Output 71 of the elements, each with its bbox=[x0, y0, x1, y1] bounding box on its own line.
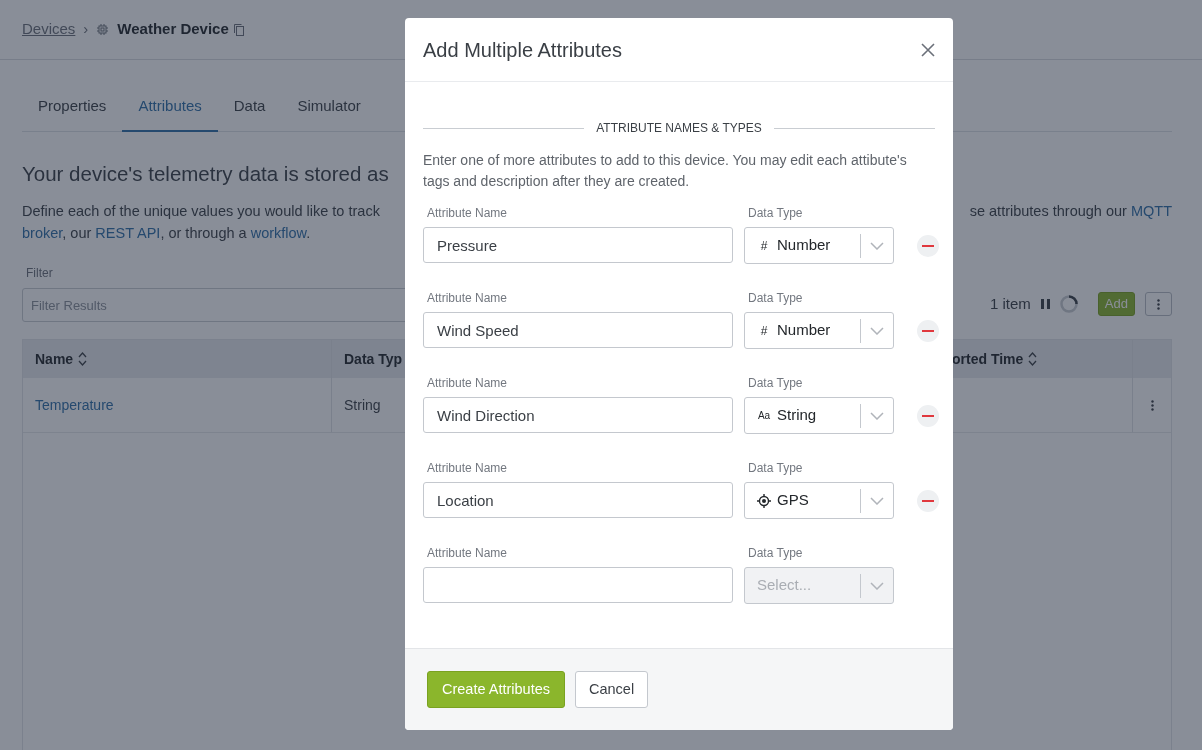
pause-icon bbox=[1040, 299, 1050, 310]
remove-button[interactable] bbox=[917, 489, 939, 512]
chevron-icon bbox=[870, 411, 884, 420]
field-label: Attribute Name bbox=[426, 205, 509, 222]
minus-icon bbox=[922, 499, 934, 502]
row-menu-button[interactable] bbox=[1150, 399, 1154, 411]
kebab-icon bbox=[1150, 399, 1154, 411]
field-label: Data Type bbox=[747, 290, 804, 307]
attribute-name-field[interactable]: Location bbox=[423, 482, 733, 518]
data-type-select[interactable]: # Number bbox=[744, 312, 894, 349]
field-label: Data Type bbox=[747, 375, 804, 392]
tab[interactable]: Attributes bbox=[122, 84, 218, 132]
field-label: Attribute Name bbox=[426, 545, 509, 562]
chevron-icon bbox=[870, 581, 884, 590]
attribute-name-field[interactable]: Wind Speed bbox=[423, 312, 733, 348]
page-heading: Your device's telemetry data is stored as bbox=[22, 161, 389, 187]
tab[interactable]: Properties bbox=[22, 84, 123, 132]
spinner-icon bbox=[1059, 295, 1078, 314]
kebab-icon bbox=[1157, 298, 1160, 310]
field-label: Attribute Name bbox=[426, 375, 509, 392]
target-icon bbox=[757, 493, 771, 508]
item-count: 1 item bbox=[990, 293, 1031, 314]
text-link[interactable]: REST API bbox=[95, 225, 161, 242]
minus-icon bbox=[922, 244, 934, 247]
tab[interactable]: Data bbox=[217, 84, 282, 132]
field-label: Attribute Name bbox=[426, 460, 509, 477]
text-link[interactable]: broker bbox=[22, 225, 63, 242]
help-text: Enter one of more attributes to add to this device. You may edit each attibute's tags and description after they are created. bbox=[423, 151, 908, 191]
sort-icon bbox=[78, 352, 88, 367]
breadcrumb-link[interactable]: Devices bbox=[22, 18, 76, 41]
minus-icon bbox=[922, 414, 934, 417]
field-label: Data Type bbox=[747, 460, 804, 477]
device-title: Weather Device bbox=[117, 19, 229, 40]
attribute-name-field[interactable]: Wind Direction bbox=[423, 397, 733, 433]
chevron-icon bbox=[870, 241, 884, 250]
section-title: ATTRIBUTE NAMES & TYPES bbox=[596, 120, 762, 137]
description-text: se attributes through our MQTT bbox=[969, 202, 1172, 222]
cancel-button[interactable]: Cancel bbox=[575, 671, 649, 708]
data-type-select[interactable]: GPS bbox=[744, 482, 894, 519]
sort-icon bbox=[1028, 352, 1038, 367]
column-header[interactable]: Name bbox=[23, 340, 331, 379]
text-link[interactable]: MQTT bbox=[1130, 203, 1172, 220]
field-label: Data Type bbox=[747, 205, 804, 222]
close-icon bbox=[921, 42, 935, 57]
remove-button[interactable] bbox=[917, 404, 939, 427]
chevron-icon bbox=[870, 496, 884, 505]
remove-button[interactable] bbox=[917, 319, 939, 342]
more-button[interactable] bbox=[1145, 292, 1172, 317]
attribute-link[interactable]: Temperature bbox=[35, 394, 114, 416]
hash-icon: # bbox=[757, 321, 771, 340]
data-type-select[interactable]: Aa String bbox=[744, 397, 894, 434]
data-type-select[interactable]: # Number bbox=[744, 227, 894, 264]
copy-icon bbox=[232, 23, 244, 36]
data-type-select: Select... bbox=[744, 567, 894, 604]
hash-icon: # bbox=[757, 236, 771, 255]
chip-icon bbox=[96, 23, 110, 36]
field-label: Attribute Name bbox=[426, 290, 509, 307]
field-label: Data Type bbox=[747, 545, 804, 562]
create-attributes-button[interactable]: Create Attributes bbox=[427, 671, 565, 708]
letters-icon: Aa bbox=[757, 408, 771, 423]
minus-icon bbox=[922, 329, 934, 332]
dialog-title: Add Multiple Attributes bbox=[423, 37, 622, 62]
remove-button[interactable] bbox=[917, 234, 939, 257]
chevron-icon bbox=[870, 326, 884, 335]
attribute-name-field[interactable]: Pressure bbox=[423, 227, 733, 263]
tab[interactable]: Simulator bbox=[281, 84, 377, 132]
breadcrumb-separator: › bbox=[83, 19, 89, 40]
description-text: Define each of the unique values you would like to track bbox=[22, 202, 380, 222]
close-button[interactable] bbox=[919, 40, 937, 59]
filter-label: Filter bbox=[26, 265, 54, 283]
column-header[interactable]: orted Time bbox=[952, 340, 1132, 379]
